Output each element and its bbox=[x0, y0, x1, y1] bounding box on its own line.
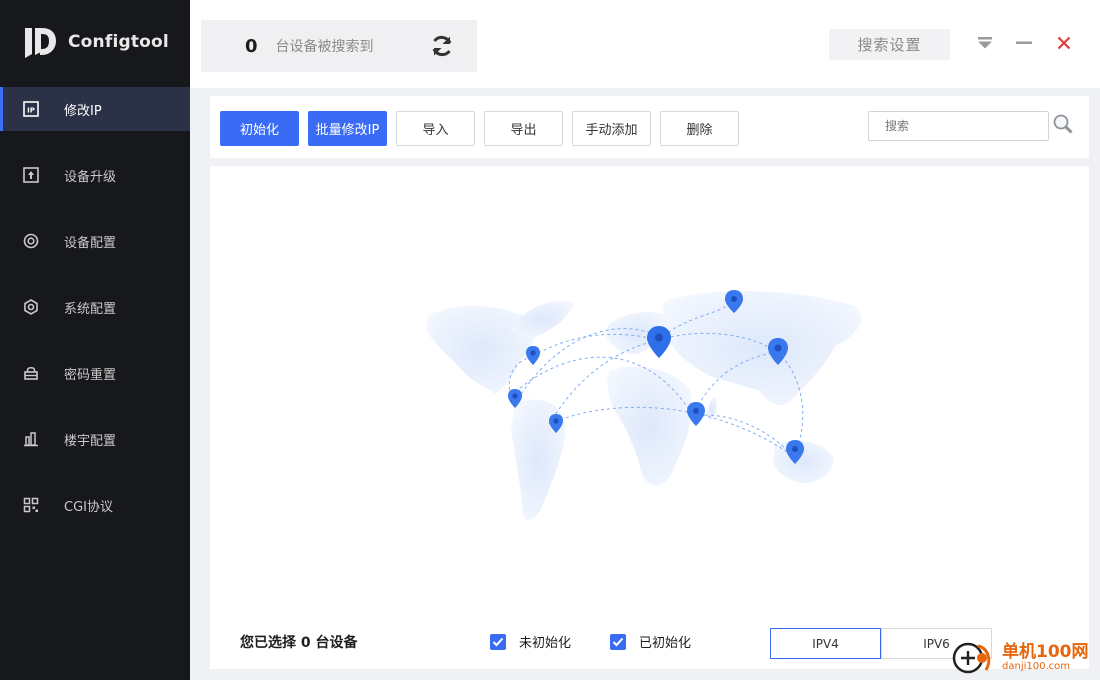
sidebar-item-label: 系统配置 bbox=[64, 298, 116, 317]
minimize-icon[interactable] bbox=[1015, 33, 1033, 53]
checkbox-checked-icon[interactable] bbox=[610, 634, 626, 650]
sidebar-item-building-config[interactable]: 楼宇配置 bbox=[0, 417, 190, 461]
building-icon bbox=[22, 430, 40, 448]
sidebar-item-label: 设备配置 bbox=[64, 232, 116, 251]
map-pin-icon bbox=[647, 326, 671, 358]
selected-prefix: 您已选择 bbox=[240, 635, 296, 651]
export-button[interactable]: 导出 bbox=[484, 111, 563, 146]
ip-icon: IP bbox=[22, 100, 40, 118]
password-reset-icon bbox=[22, 364, 40, 382]
sidebar-item-label: CGI协议 bbox=[64, 496, 113, 515]
svg-text:IP: IP bbox=[27, 107, 35, 115]
close-icon[interactable] bbox=[1055, 33, 1073, 53]
app-logo: Configtool bbox=[22, 24, 169, 60]
selected-suffix: 台设备 bbox=[316, 635, 358, 651]
upgrade-icon bbox=[22, 166, 40, 184]
search-input[interactable] bbox=[868, 111, 1049, 141]
device-count-box: 0 台设备被搜索到 bbox=[201, 20, 477, 72]
search-settings-button[interactable]: 搜索设置 bbox=[829, 29, 950, 60]
checkbox-checked-icon[interactable] bbox=[490, 634, 506, 650]
device-config-icon bbox=[22, 232, 40, 250]
qr-icon bbox=[22, 496, 40, 514]
device-count-label: 台设备被搜索到 bbox=[276, 36, 374, 56]
sidebar: Configtool IP 修改IP 设备升级 设备配置 系统配置 bbox=[0, 0, 190, 680]
toolbar: 初始化 批量修改IP 导入 导出 手动添加 删除 bbox=[210, 96, 1089, 158]
filter-uninitialized-label: 未初始化 bbox=[519, 632, 571, 651]
ipv4-toggle[interactable]: IPV4 bbox=[770, 628, 881, 659]
watermark-url: danji100.com bbox=[1002, 662, 1089, 673]
filter-initialized-label: 已初始化 bbox=[639, 632, 691, 651]
import-button[interactable]: 导入 bbox=[396, 111, 475, 146]
selected-count: 0 bbox=[301, 635, 311, 651]
watermark-logo-icon bbox=[950, 638, 994, 678]
device-list-panel: 您已选择 0 台设备 未初始化 已初始化 IPV4 IPV6 bbox=[210, 166, 1089, 669]
map-pin-icon bbox=[526, 346, 540, 365]
sidebar-nav: IP 修改IP 设备升级 设备配置 系统配置 密码重置 bbox=[0, 87, 190, 549]
app-name: Configtool bbox=[68, 32, 169, 52]
system-config-icon bbox=[22, 298, 40, 316]
sidebar-item-password-reset[interactable]: 密码重置 bbox=[0, 351, 190, 395]
sidebar-item-label: 密码重置 bbox=[64, 364, 116, 383]
dropdown-icon[interactable] bbox=[976, 33, 994, 53]
sidebar-item-device-config[interactable]: 设备配置 bbox=[0, 219, 190, 263]
delete-button[interactable]: 删除 bbox=[660, 111, 739, 146]
logo-icon bbox=[22, 24, 58, 60]
filter-uninitialized-checkbox[interactable]: 未初始化 bbox=[490, 632, 571, 651]
search-icon[interactable] bbox=[1052, 113, 1074, 135]
sidebar-item-label: 楼宇配置 bbox=[64, 430, 116, 449]
selected-device-summary: 您已选择 0 台设备 bbox=[240, 632, 358, 652]
world-map-illustration bbox=[415, 276, 885, 546]
initialize-button[interactable]: 初始化 bbox=[220, 111, 299, 146]
manual-add-button[interactable]: 手动添加 bbox=[572, 111, 651, 146]
sidebar-item-label: 修改IP bbox=[64, 100, 102, 119]
sidebar-item-upgrade[interactable]: 设备升级 bbox=[0, 153, 190, 197]
device-count: 0 bbox=[245, 36, 258, 57]
sidebar-item-modify-ip[interactable]: IP 修改IP bbox=[0, 87, 190, 131]
watermark: 单机100网 danji100.com bbox=[950, 636, 1100, 680]
filter-initialized-checkbox[interactable]: 已初始化 bbox=[610, 632, 691, 651]
watermark-title: 单机100网 bbox=[1002, 644, 1089, 662]
refresh-icon[interactable] bbox=[429, 33, 455, 59]
batch-modify-ip-button[interactable]: 批量修改IP bbox=[308, 111, 387, 146]
sidebar-item-system-config[interactable]: 系统配置 bbox=[0, 285, 190, 329]
sidebar-item-label: 设备升级 bbox=[64, 166, 116, 185]
sidebar-item-cgi-protocol[interactable]: CGI协议 bbox=[0, 483, 190, 527]
